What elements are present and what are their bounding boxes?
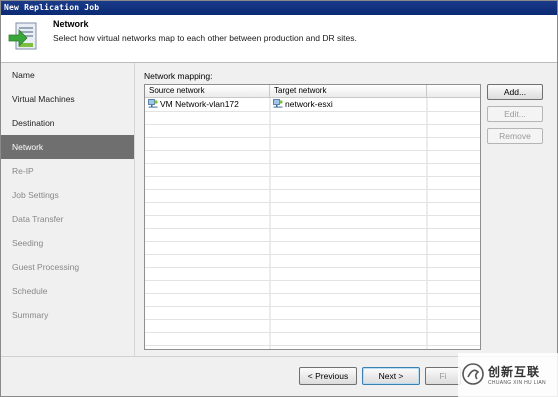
column-header-source-network[interactable]: Source network: [145, 85, 270, 97]
target-network-name: network-esxi: [285, 99, 333, 109]
wizard-steps-sidebar: Name Virtual Machines Destination Networ…: [1, 63, 135, 356]
table-row[interactable]: VM Network-vlan172 network-esxi: [145, 98, 480, 111]
add-button[interactable]: Add...: [487, 84, 543, 100]
column-header-target-network[interactable]: Target network: [270, 85, 427, 97]
replication-wizard-window: New Replication Job Network Select how v…: [0, 0, 558, 397]
network-icon: [273, 99, 283, 108]
table-gridlines: [145, 98, 480, 349]
network-wizard-icon: [8, 22, 37, 50]
sidebar-item-virtual-machines[interactable]: Virtual Machines: [1, 87, 134, 111]
sidebar-item-data-transfer: Data Transfer: [12, 214, 64, 224]
finish-button[interactable]: Fi: [425, 367, 461, 385]
window-title: New Replication Job: [1, 1, 557, 15]
network-mapping-panel: Network mapping: Source network Target n…: [135, 63, 557, 356]
page-subtitle: Select how virtual networks map to each …: [53, 33, 357, 43]
column-header-empty: [427, 85, 480, 97]
page-title: Network: [53, 19, 89, 29]
watermark-text: 创新互联: [488, 365, 541, 379]
source-network-cell: VM Network-vlan172: [145, 98, 270, 111]
sidebar-item-summary: Summary: [12, 310, 49, 320]
sidebar-item-job-settings: Job Settings: [12, 190, 59, 200]
watermark: 创新互联 CHUANG XIN HU LIAN: [458, 353, 558, 397]
sidebar-item-guest-processing: Guest Processing: [12, 262, 80, 272]
sidebar-item-re-ip: Re-IP: [12, 166, 34, 176]
source-network-name: VM Network-vlan172: [160, 99, 239, 109]
watermark-subtext: CHUANG XIN HU LIAN: [488, 380, 546, 386]
sidebar-item-name[interactable]: Name: [1, 63, 134, 87]
wizard-header: Network Select how virtual networks map …: [1, 15, 557, 63]
watermark-logo-icon: [462, 363, 484, 385]
network-mapping-table[interactable]: Source network Target network VM Network…: [144, 84, 481, 350]
sidebar-item-network[interactable]: Network: [1, 135, 134, 159]
target-network-cell: network-esxi: [270, 98, 427, 111]
sidebar-item-seeding: Seeding: [12, 238, 44, 248]
sidebar-item-destination[interactable]: Destination: [1, 111, 134, 135]
network-icon: [148, 99, 158, 108]
sidebar-item-schedule: Schedule: [12, 286, 48, 296]
next-button[interactable]: Next >: [362, 367, 420, 385]
table-header: Source network Target network: [145, 85, 480, 98]
remove-button[interactable]: Remove: [487, 128, 543, 144]
network-mapping-label: Network mapping:: [144, 71, 213, 81]
edit-button[interactable]: Edit...: [487, 106, 543, 122]
previous-button[interactable]: < Previous: [299, 367, 357, 385]
